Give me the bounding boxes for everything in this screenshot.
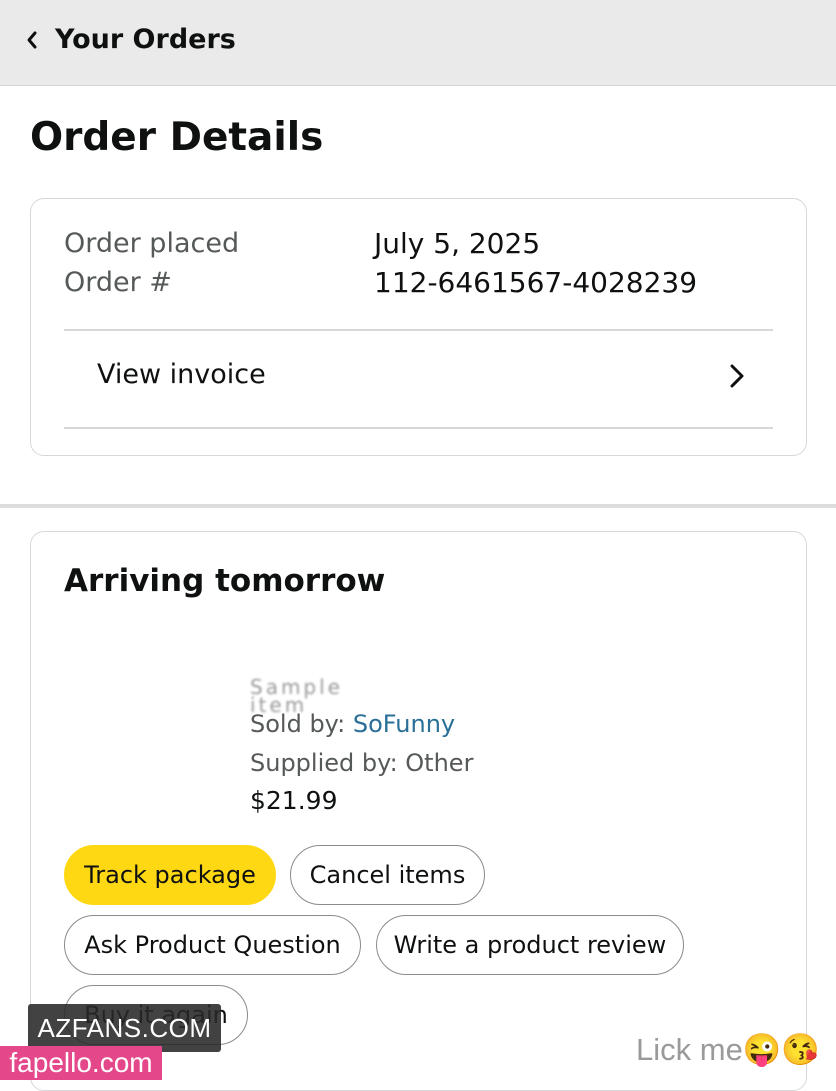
chevron-right-icon: [730, 364, 744, 388]
section-separator: [0, 504, 836, 508]
page-title: Order Details: [30, 115, 324, 160]
order-placed-value: July 5, 2025: [374, 227, 541, 260]
write-review-button[interactable]: Write a product review: [376, 915, 684, 975]
watermark-fapello: fapello.com: [0, 1046, 162, 1080]
order-placed-label: Order placed: [64, 228, 240, 259]
order-number-label: Order #: [64, 267, 172, 298]
order-number-value: 112-6461567-4028239: [374, 266, 698, 299]
delivery-status: Arriving tomorrow: [64, 563, 386, 599]
divider: [64, 427, 773, 429]
your-orders-link[interactable]: Your Orders: [55, 22, 236, 58]
view-invoice-row[interactable]: View invoice: [64, 331, 773, 429]
product-price: $21.99: [250, 786, 338, 815]
sold-by: Sold by: SoFunny: [250, 708, 455, 740]
ask-product-question-button[interactable]: Ask Product Question: [64, 915, 361, 975]
supplied-by: Supplied by: Other: [250, 749, 474, 777]
track-package-button[interactable]: Track package: [64, 845, 276, 905]
sold-by-label: Sold by:: [250, 710, 353, 738]
view-invoice-label: View invoice: [97, 359, 266, 390]
top-nav-bar: Your Orders: [0, 0, 836, 86]
order-summary-card: Order placed July 5, 2025 Order # 112-64…: [30, 198, 807, 456]
product-title[interactable]: Sample item: [250, 677, 380, 715]
cancel-items-button[interactable]: Cancel items: [290, 845, 485, 905]
product-image[interactable]: [86, 662, 226, 812]
caption-overlay: Lick me😜😘: [636, 1032, 821, 1067]
seller-link[interactable]: SoFunny: [353, 710, 455, 738]
watermark-azfans: AZFANS.COM: [28, 1004, 221, 1052]
chevron-left-icon[interactable]: [26, 30, 38, 50]
